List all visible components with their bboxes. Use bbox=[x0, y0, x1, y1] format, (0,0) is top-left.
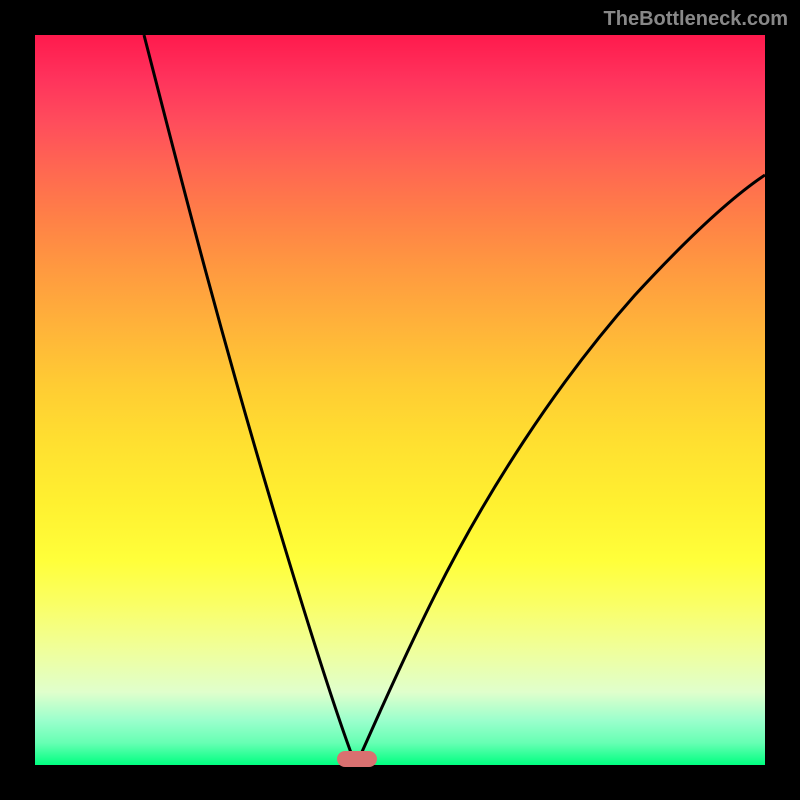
bottleneck-marker bbox=[337, 751, 377, 767]
right-curve bbox=[356, 175, 765, 765]
left-curve bbox=[144, 35, 356, 765]
curve-svg bbox=[35, 35, 765, 765]
plot-area bbox=[35, 35, 765, 765]
watermark-text: TheBottleneck.com bbox=[604, 8, 788, 31]
chart-container: TheBottleneck.com bbox=[0, 0, 800, 800]
